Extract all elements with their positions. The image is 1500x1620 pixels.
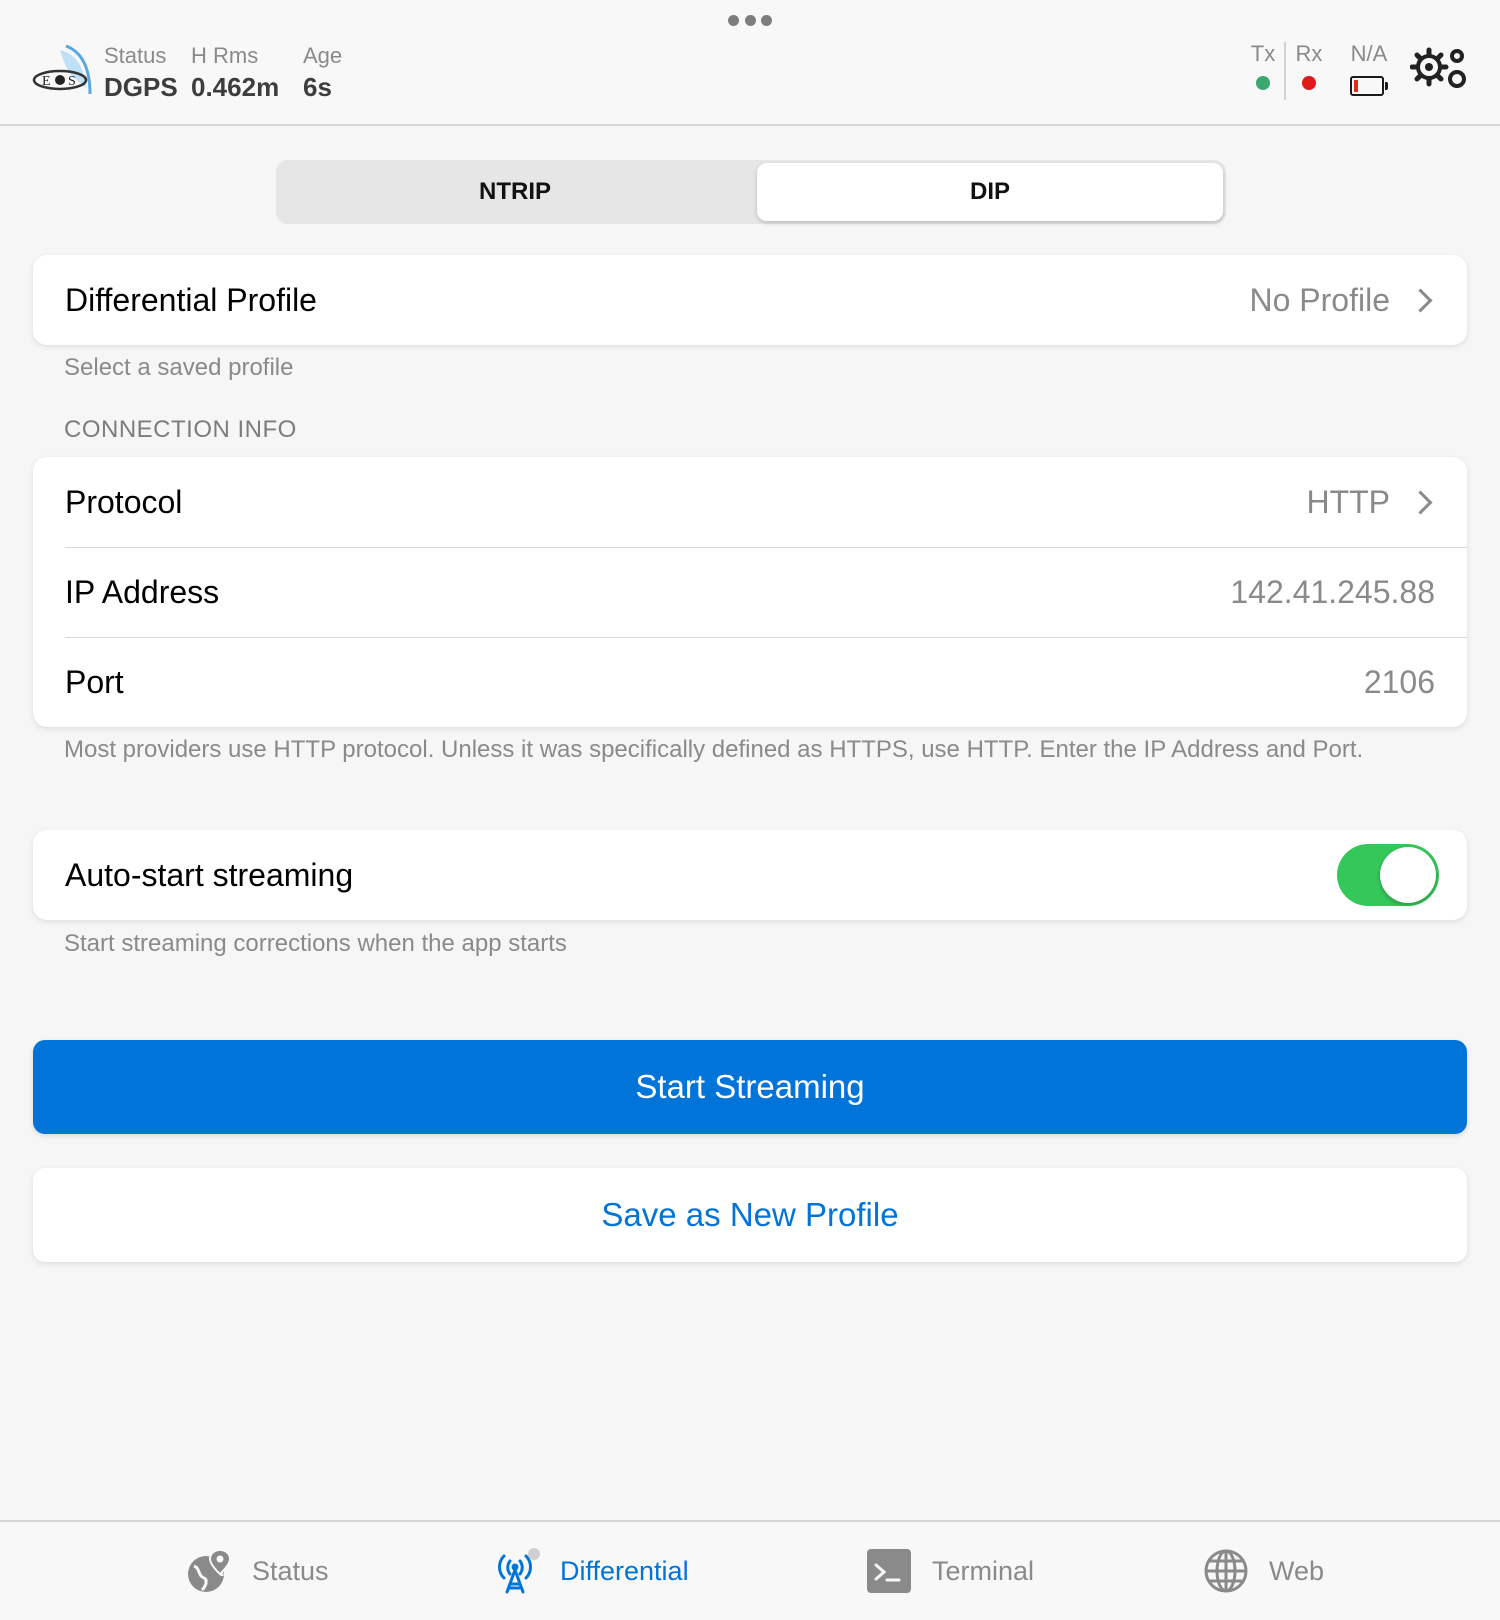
chevron-right-icon xyxy=(1408,489,1433,515)
profile-footnote: Select a saved profile xyxy=(64,354,294,381)
port-title: Port xyxy=(65,664,124,700)
tab-web-label: Web xyxy=(1269,1555,1325,1586)
profile-row-value: No Profile xyxy=(1249,282,1391,318)
status-readout: Status DGPS xyxy=(104,42,178,104)
age-value: 6s xyxy=(303,72,332,102)
settings-gears-icon[interactable] xyxy=(1410,46,1470,92)
battery-level xyxy=(1354,80,1358,92)
status-label: Status xyxy=(104,43,167,68)
antenna-tower-icon xyxy=(498,1548,540,1594)
status-value: DGPS xyxy=(104,72,178,102)
age-readout: Age 6s xyxy=(303,42,342,104)
protocol-value: HTTP xyxy=(1306,484,1390,520)
profile-row-title: Differential Profile xyxy=(65,282,317,318)
profile-row-value-wrap: No Profile xyxy=(1250,255,1436,345)
toggle-knob xyxy=(1380,847,1436,903)
profile-card: Differential Profile No Profile xyxy=(33,255,1467,345)
chevron-right-icon xyxy=(1408,287,1433,313)
tx-label: Tx xyxy=(1250,41,1276,66)
rx-label: Rx xyxy=(1295,41,1323,66)
connection-section-header: CONNECTION INFO xyxy=(64,416,297,443)
dot xyxy=(761,14,772,26)
svg-text:E: E xyxy=(42,74,51,89)
more-options-handle[interactable] xyxy=(728,13,772,27)
protocol-value-wrap: HTTP xyxy=(1306,457,1435,547)
hrms-value: 0.462m xyxy=(191,72,280,102)
mode-segmented-control: NTRIP DIP xyxy=(276,160,1226,224)
protocol-title: Protocol xyxy=(65,484,183,520)
age-label: Age xyxy=(303,43,343,68)
ip-address-row[interactable]: IP Address 142.41.245.88 xyxy=(33,547,1467,637)
hrms-label: H Rms xyxy=(191,43,259,68)
connection-card: Protocol HTTP IP Address 142.41.245.88 P… xyxy=(33,457,1467,727)
dot xyxy=(728,14,739,26)
protocol-row[interactable]: Protocol HTTP xyxy=(33,457,1467,547)
autostart-card: Auto-start streaming xyxy=(33,830,1467,920)
segment-ntrip[interactable]: NTRIP xyxy=(279,163,751,221)
port-field[interactable]: 2106 xyxy=(1364,637,1435,727)
tab-terminal-label: Terminal xyxy=(932,1555,1035,1586)
segment-dip[interactable]: DIP xyxy=(757,163,1223,221)
connection-footnote: Most providers use HTTP protocol. Unless… xyxy=(64,736,1364,763)
autostart-title: Auto-start streaming xyxy=(65,857,354,893)
top-status-bar: E S Status DGPS H Rms 0.462m Age 6s Tx R… xyxy=(0,0,1500,126)
autostart-toggle[interactable] xyxy=(1337,844,1439,906)
ip-address-title: IP Address xyxy=(65,574,220,610)
tx-indicator: Tx xyxy=(1248,40,1278,90)
tab-terminal[interactable]: Terminal xyxy=(866,1546,1034,1596)
svg-text:S: S xyxy=(68,74,76,89)
globe-pin-icon xyxy=(188,1548,232,1592)
start-streaming-button[interactable]: Start Streaming xyxy=(33,1040,1467,1134)
tab-differential-label: Differential xyxy=(560,1555,689,1586)
save-profile-button[interactable]: Save as New Profile xyxy=(33,1168,1467,1262)
bottom-tab-bar: Status Differential Terminal Web xyxy=(0,1520,1500,1620)
tab-status-label: Status xyxy=(252,1555,329,1586)
autostart-footnote: Start streaming corrections when the app… xyxy=(64,930,567,957)
tab-differential[interactable]: Differential xyxy=(494,1546,689,1596)
eos-logo-icon: E S xyxy=(32,44,92,95)
globe-icon xyxy=(1204,1549,1248,1593)
rx-indicator: Rx xyxy=(1292,40,1326,90)
battery-label: N/A xyxy=(1350,41,1388,66)
divider xyxy=(1284,42,1286,100)
rx-status-dot xyxy=(1302,76,1316,90)
autostart-row: Auto-start streaming xyxy=(33,830,1467,920)
hrms-readout: H Rms 0.462m xyxy=(191,42,279,104)
tab-status[interactable]: Status xyxy=(186,1546,329,1596)
dot xyxy=(744,14,756,26)
profile-row[interactable]: Differential Profile No Profile xyxy=(33,255,1467,345)
terminal-icon xyxy=(867,1549,911,1593)
tab-web[interactable]: Web xyxy=(1203,1546,1324,1596)
battery-icon xyxy=(1350,76,1388,96)
tx-status-dot xyxy=(1256,76,1270,90)
ip-address-field[interactable]: 142.41.245.88 xyxy=(1230,547,1435,637)
port-row[interactable]: Port 2106 xyxy=(33,637,1467,727)
battery-indicator: N/A xyxy=(1346,40,1392,68)
